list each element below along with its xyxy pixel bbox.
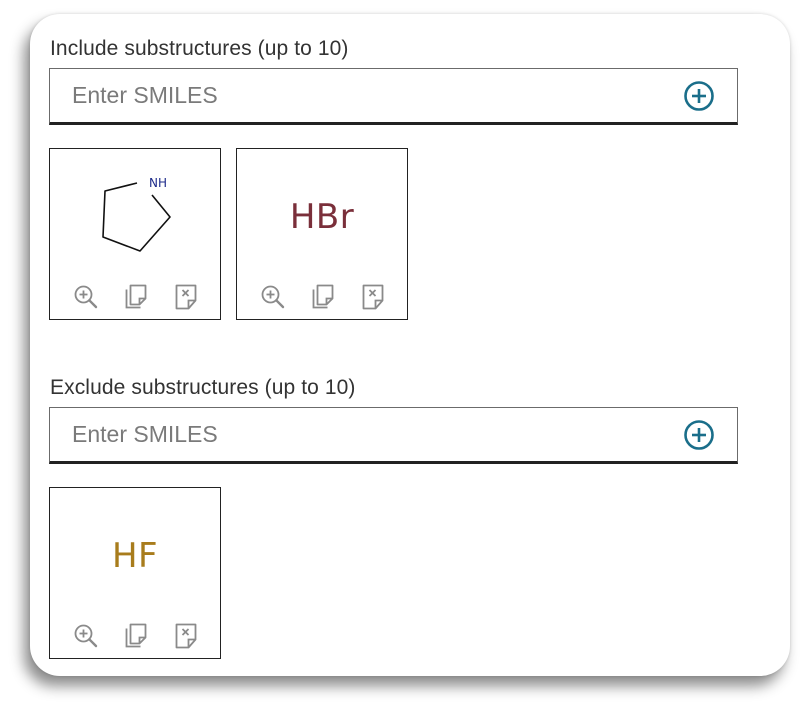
circle-plus-icon (684, 81, 714, 111)
formula-label: HF (111, 536, 159, 576)
exclude-smiles-input[interactable] (50, 408, 672, 461)
zoom-in-icon[interactable] (72, 283, 100, 311)
nitrogen-atom-label: NH (149, 176, 167, 190)
copy-icon[interactable] (309, 283, 337, 311)
exclude-add-button[interactable] (683, 419, 715, 451)
tile-toolbar (72, 283, 202, 311)
remove-icon[interactable] (359, 283, 387, 311)
include-smiles-input[interactable] (50, 69, 672, 122)
include-add-button[interactable] (683, 80, 715, 112)
copy-icon[interactable] (122, 283, 150, 311)
pyrrolidine-structure-image: NH (102, 176, 171, 252)
circle-plus-icon (684, 420, 714, 450)
tile-toolbar (72, 622, 202, 650)
exclude-structure-tile-hf[interactable]: HF (49, 487, 221, 659)
formula-label: HBr (289, 197, 355, 237)
zoom-in-icon[interactable] (259, 283, 287, 311)
include-smiles-field (49, 68, 738, 125)
tile-toolbar (259, 283, 389, 311)
zoom-in-icon[interactable] (72, 622, 100, 650)
include-structure-tile-hbr[interactable]: HBr (236, 148, 408, 320)
remove-icon[interactable] (172, 283, 200, 311)
remove-icon[interactable] (172, 622, 200, 650)
copy-icon[interactable] (122, 622, 150, 650)
exclude-section-label: Exclude substructures (up to 10) (50, 376, 356, 399)
include-section-label: Include substructures (up to 10) (50, 37, 349, 60)
include-structure-tile-pyrrolidine[interactable]: NH (49, 148, 221, 320)
exclude-smiles-field (49, 407, 738, 464)
